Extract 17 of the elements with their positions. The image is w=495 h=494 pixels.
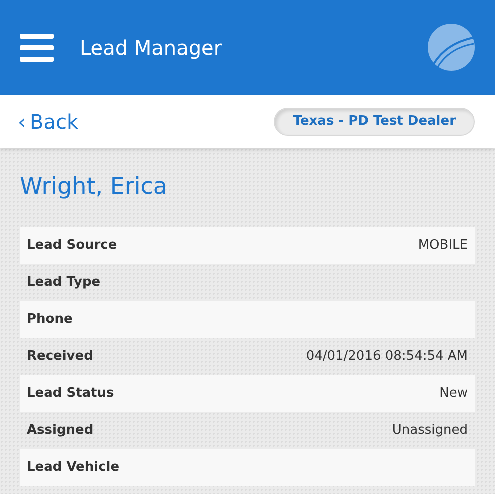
field-label: Lead Type (27, 275, 101, 290)
field-value: Unassigned (392, 423, 468, 438)
back-link[interactable]: ‹ Back (18, 110, 79, 134)
field-label: Assigned (27, 423, 94, 438)
field-value: 04/01/2016 08:54:54 AM (306, 349, 468, 364)
app-title: Lead Manager (80, 36, 224, 60)
menu-icon[interactable] (20, 34, 54, 62)
lead-name: Wright, Erica (20, 174, 168, 202)
field-label: Lead Vehicle (27, 460, 120, 475)
field-label: Phone (27, 312, 73, 327)
field-value: MOBILE (418, 238, 468, 253)
dealer-button[interactable]: Texas - PD Test Dealer (274, 108, 475, 136)
road-logo-icon (428, 24, 475, 71)
field-label: Lead Source (27, 238, 118, 253)
field-value: New (440, 386, 468, 401)
field-label: Received (27, 349, 94, 364)
field-label: Lead Status (27, 386, 114, 401)
